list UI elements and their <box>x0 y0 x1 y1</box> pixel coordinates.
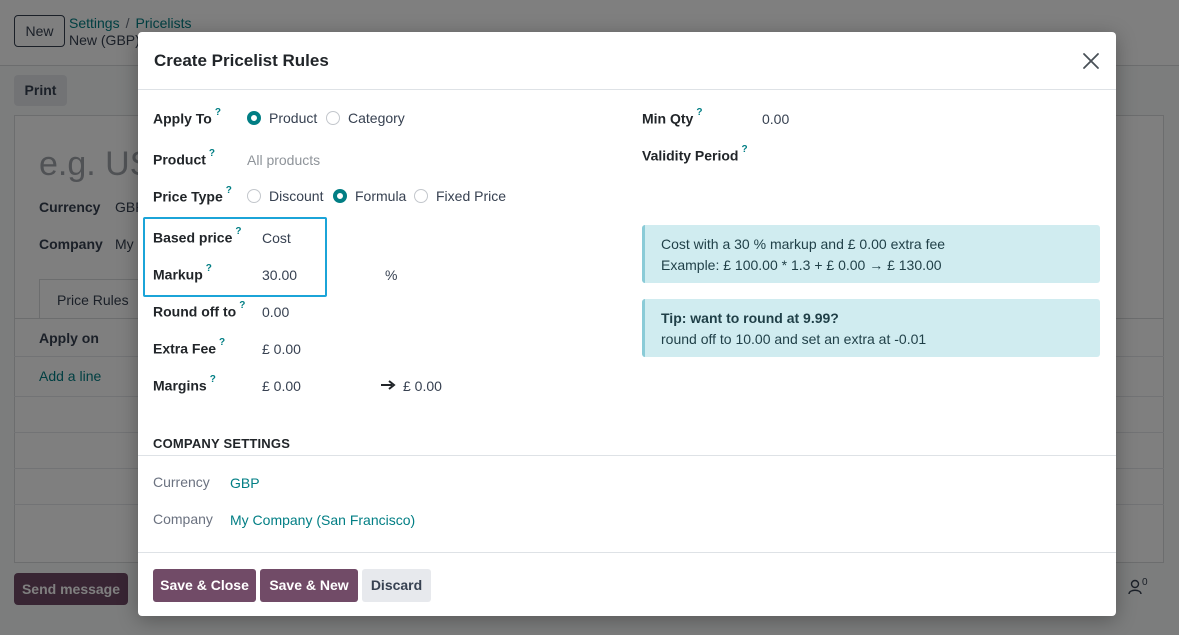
extra-fee-label: Extra Fee? <box>153 337 226 357</box>
product-label: Product? <box>153 148 215 168</box>
close-icon <box>1083 53 1099 69</box>
save-close-button[interactable]: Save & Close <box>153 569 256 602</box>
apply-to-label: Apply To? <box>153 107 221 127</box>
apply-to-product-radio[interactable]: Product <box>247 110 317 126</box>
arrow-right-icon <box>381 380 396 390</box>
margins-max-input[interactable]: £ 0.00 <box>403 378 442 394</box>
margins-min-input[interactable]: £ 0.00 <box>262 378 301 394</box>
min-qty-input[interactable]: 0.00 <box>762 111 789 127</box>
formula-info-alert: Cost with a 30 % markup and £ 0.00 extra… <box>642 225 1100 283</box>
margins-label: Margins? <box>153 374 216 394</box>
company-settings-company-label: Company <box>153 511 213 527</box>
create-pricelist-rules-dialog: Create Pricelist Rules Apply To? Product… <box>138 32 1116 616</box>
price-type-label: Price Type? <box>153 185 232 205</box>
price-type-fixed-price-radio[interactable]: Fixed Price <box>414 188 506 204</box>
tip-title: Tip: want to round at 9.99? <box>661 310 839 326</box>
markup-label: Markup? <box>153 263 212 283</box>
based-price-label: Based price? <box>153 226 242 246</box>
help-icon[interactable]: ? <box>206 263 212 274</box>
tip-body: round off to 10.00 and set an extra at -… <box>661 331 927 347</box>
save-new-button[interactable]: Save & New <box>260 569 358 602</box>
help-icon[interactable]: ? <box>239 300 245 311</box>
radio-unselected-icon <box>247 189 261 203</box>
modal-title: Create Pricelist Rules <box>154 51 329 70</box>
help-icon[interactable]: ? <box>209 148 215 159</box>
help-icon[interactable]: ? <box>210 374 216 385</box>
radio-unselected-icon <box>326 111 340 125</box>
help-icon[interactable]: ? <box>219 337 225 348</box>
help-icon[interactable]: ? <box>741 144 747 155</box>
min-qty-label: Min Qty? <box>642 107 703 127</box>
radio-unselected-icon <box>414 189 428 203</box>
apply-to-category-radio[interactable]: Category <box>326 110 405 126</box>
round-off-label: Round off to? <box>153 300 246 320</box>
formula-example-line: Example: £ 100.00 * 1.3 + £ 0.00 → £ 130… <box>661 257 942 273</box>
product-input[interactable]: All products <box>247 152 320 168</box>
based-price-select[interactable]: Cost <box>262 230 291 246</box>
formula-info-line: Cost with a 30 % markup and £ 0.00 extra… <box>661 236 946 252</box>
help-icon[interactable]: ? <box>215 107 221 118</box>
validity-period-label: Validity Period? <box>642 144 748 164</box>
discard-button[interactable]: Discard <box>362 569 431 602</box>
markup-unit: % <box>385 267 398 283</box>
radio-selected-icon <box>333 189 347 203</box>
modal-footer: Save & Close Save & New Discard <box>138 552 1116 616</box>
markup-input[interactable]: 30.00 <box>262 267 297 283</box>
extra-fee-input[interactable]: £ 0.00 <box>262 341 301 357</box>
modal-header: Create Pricelist Rules <box>138 32 1116 90</box>
company-settings-currency-link[interactable]: GBP <box>230 475 260 491</box>
close-button[interactable] <box>1080 50 1102 72</box>
radio-selected-icon <box>247 111 261 125</box>
company-settings-currency-label: Currency <box>153 474 210 490</box>
company-settings-company-link[interactable]: My Company (San Francisco) <box>230 512 415 528</box>
section-divider <box>138 455 1116 456</box>
price-type-discount-radio[interactable]: Discount <box>247 188 323 204</box>
round-off-input[interactable]: 0.00 <box>262 304 289 320</box>
rounding-tip-alert: Tip: want to round at 9.99? round off to… <box>642 299 1100 357</box>
company-settings-title: COMPANY SETTINGS <box>153 436 291 451</box>
help-icon[interactable]: ? <box>235 226 241 237</box>
help-icon[interactable]: ? <box>226 185 232 196</box>
price-type-formula-radio[interactable]: Formula <box>333 188 406 204</box>
help-icon[interactable]: ? <box>696 107 702 118</box>
